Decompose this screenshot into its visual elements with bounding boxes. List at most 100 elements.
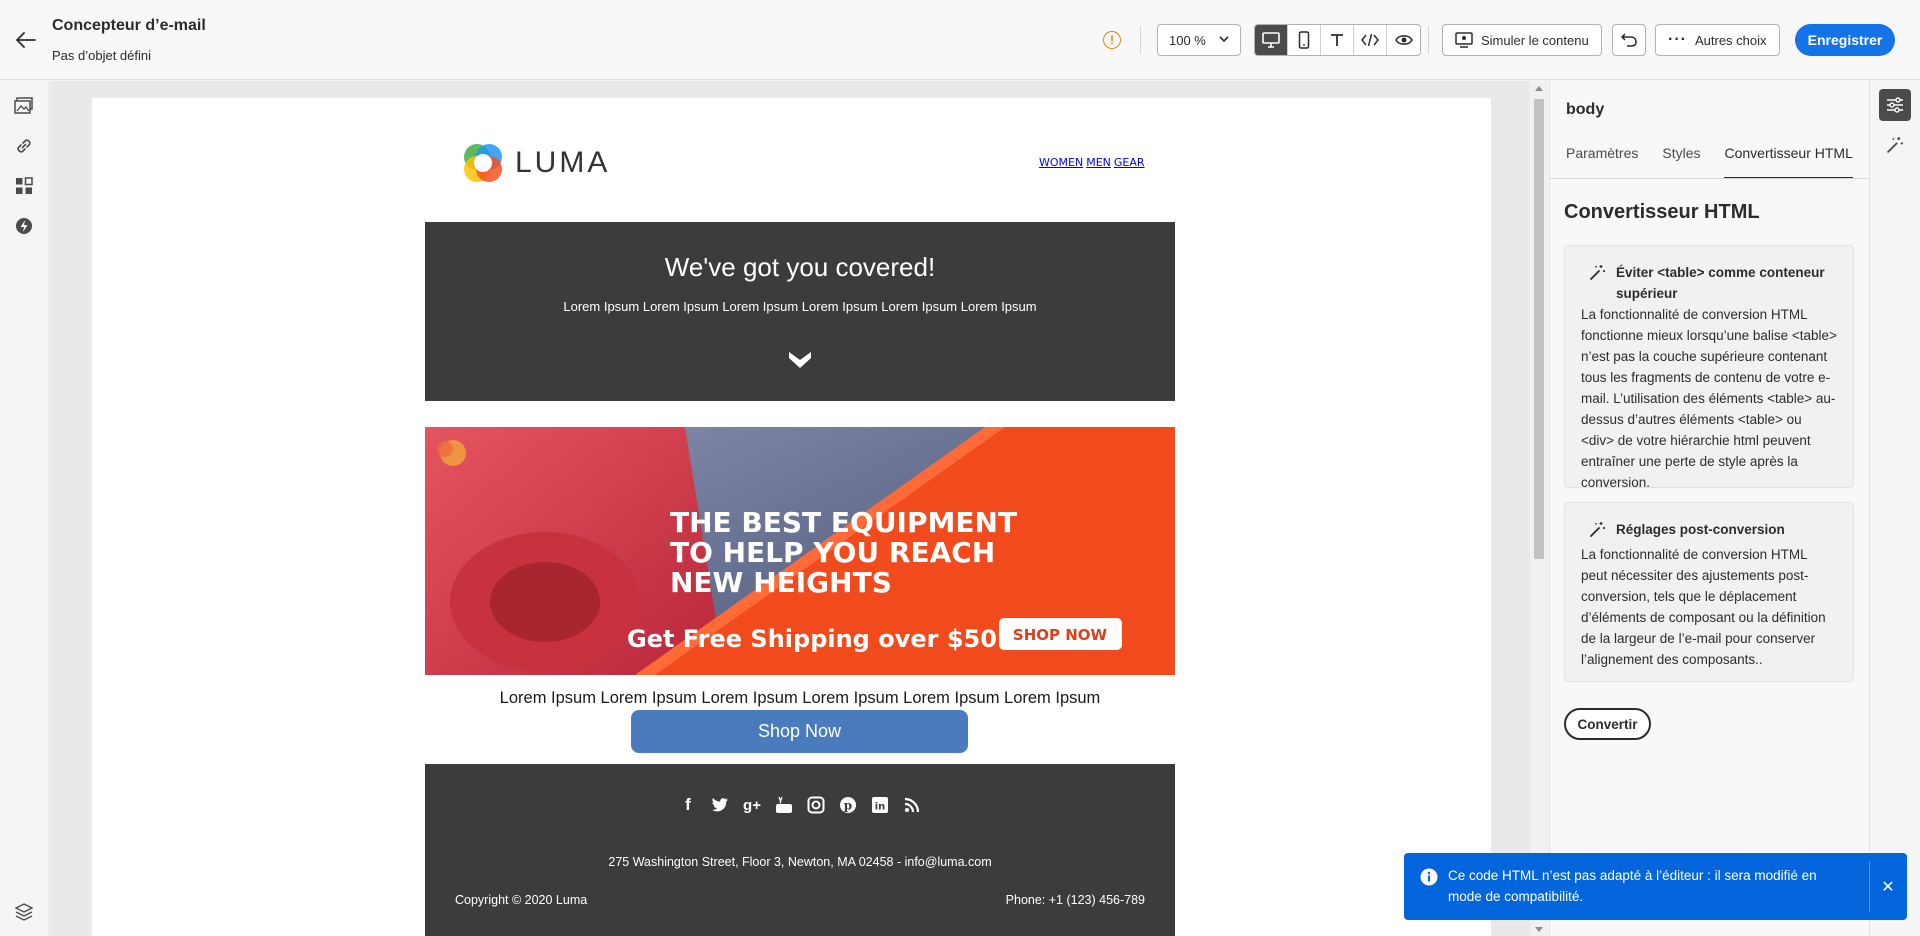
code-view-button[interactable]: [1354, 25, 1387, 55]
scroll-up-arrow[interactable]: [1535, 86, 1543, 91]
text-view-button[interactable]: [1321, 25, 1354, 55]
view-mode-group: [1254, 24, 1421, 56]
body-text[interactable]: Lorem Ipsum Lorem Ipsum Lorem Ipsum Lore…: [425, 689, 1175, 708]
shop-now-button[interactable]: Shop Now: [631, 710, 968, 753]
panel-title: Convertisseur HTML: [1564, 201, 1760, 223]
layers-icon[interactable]: [12, 900, 36, 924]
divider: [1140, 26, 1141, 54]
toast-divider: [1869, 861, 1870, 912]
hero-section[interactable]: We've got you covered! Lorem Ipsum Lorem…: [425, 222, 1175, 401]
linkedin-icon[interactable]: in: [869, 794, 891, 816]
info-icon: [1420, 868, 1438, 891]
chevron-down-icon: [788, 350, 812, 375]
tip-body: La fonctionnalité de conversion HTML peu…: [1581, 547, 1826, 667]
hero-text: Lorem Ipsum Lorem Ipsum Lorem Ipsum Lore…: [563, 299, 1037, 314]
canvas-scrollbar[interactable]: [1530, 81, 1548, 936]
email-nav: WOMEN MEN GEAR: [1039, 156, 1148, 169]
scrollbar-thumb[interactable]: [1534, 99, 1544, 559]
compatibility-toast: Ce code HTML n’est pas adapté à l’éditeu…: [1404, 853, 1907, 920]
tip-body: La fonctionnalité de conversion HTML fon…: [1581, 307, 1837, 490]
convert-button[interactable]: Convertir: [1564, 708, 1651, 740]
banner-shipping: Get Free Shipping over $50: [627, 625, 997, 653]
divider: [1428, 26, 1429, 54]
assets-icon[interactable]: [12, 94, 36, 118]
banner-line-2: TO HELP YOU REACH: [670, 536, 995, 569]
selected-element-name: body: [1566, 101, 1605, 118]
tip-title: Réglages post-conversion: [1616, 522, 1785, 537]
tabs-divider: [1550, 178, 1870, 179]
more-options-button[interactable]: ··· Autres choix: [1655, 24, 1780, 56]
settings-sliders-icon: [1887, 97, 1903, 113]
banner-line-3: NEW HEIGHTS: [670, 566, 892, 599]
app-title: Concepteur d’e-mail: [52, 17, 206, 34]
magic-wand-icon: [1887, 137, 1903, 153]
simulate-icon: [1455, 32, 1473, 48]
magic-wand-button[interactable]: [1879, 129, 1911, 161]
email-footer[interactable]: f g+ p in 275 Washington Street, Floor 3…: [425, 764, 1175, 936]
banner-line-1: THE BEST EQUIPMENT: [670, 506, 1017, 539]
components-icon[interactable]: [12, 174, 36, 198]
footer-address: 275 Washington Street, Floor 3, Newton, …: [608, 855, 992, 869]
more-label: Autres choix: [1694, 32, 1767, 48]
luma-logo: LUMA: [461, 141, 610, 185]
luma-logo-icon: [464, 144, 502, 182]
properties-panel: body Paramètres Styles Convertisseur HTM…: [1549, 81, 1870, 936]
email-canvas: LUMA WOMEN MEN GEAR We've got you covered!…: [51, 81, 1530, 936]
nav-link-gear[interactable]: GEAR: [1114, 156, 1145, 169]
tip-card-table: Éviter <table> comme conteneur supérieur…: [1564, 245, 1854, 490]
warning-icon[interactable]: !: [1103, 31, 1121, 49]
magic-wand-icon: [1589, 262, 1607, 304]
undo-icon: [1621, 33, 1637, 47]
scroll-down-arrow[interactable]: [1535, 927, 1543, 932]
mobile-icon: [1298, 31, 1310, 49]
left-rail: [0, 81, 50, 936]
eye-icon: [1394, 35, 1413, 45]
tab-html-converter[interactable]: Convertisseur HTML: [1724, 145, 1854, 179]
facebook-icon[interactable]: f: [677, 794, 699, 816]
footer-phone: Phone: +1 (123) 456-789: [1005, 893, 1145, 907]
lightning-icon[interactable]: [12, 214, 36, 238]
nav-link-women[interactable]: WOMEN: [1039, 156, 1083, 169]
svg-text:p: p: [844, 799, 852, 813]
save-button[interactable]: Enregistrer: [1795, 24, 1895, 56]
instagram-icon[interactable]: [805, 794, 827, 816]
close-icon[interactable]: ✕: [1876, 875, 1900, 899]
twitter-icon[interactable]: [709, 794, 731, 816]
zoom-select[interactable]: 100 %: [1157, 24, 1241, 56]
toast-message: Ce code HTML n’est pas adapté à l’éditeu…: [1448, 868, 1817, 904]
email-subject[interactable]: Pas d’objet défini: [52, 48, 151, 63]
top-bar: Concepteur d’e-mail Pas d’objet défini !…: [0, 0, 1920, 80]
right-rail: [1869, 81, 1920, 936]
tip-title: Éviter <table> comme conteneur supérieur: [1616, 265, 1825, 301]
rss-icon[interactable]: [901, 794, 923, 816]
more-icon: ···: [1668, 31, 1687, 48]
email-body[interactable]: LUMA WOMEN MEN GEAR We've got you covered!…: [92, 98, 1491, 936]
pinterest-icon[interactable]: p: [837, 794, 859, 816]
undo-button[interactable]: [1612, 24, 1646, 56]
back-arrow-icon[interactable]: [12, 26, 40, 54]
hero-title: We've got you covered!: [664, 252, 936, 282]
nav-link-men[interactable]: MEN: [1086, 156, 1111, 169]
social-links: f g+ p in: [425, 794, 1175, 816]
tab-parametres[interactable]: Paramètres: [1566, 145, 1638, 179]
desktop-icon: [1262, 32, 1280, 48]
mobile-view-button[interactable]: [1288, 25, 1321, 55]
youtube-icon[interactable]: [773, 794, 795, 816]
promo-banner[interactable]: THE BEST EQUIPMENT TO HELP YOU REACH NEW…: [425, 427, 1175, 675]
banner-cta: SHOP NOW: [1013, 626, 1108, 644]
code-icon: [1361, 33, 1379, 47]
magic-wand-icon: [1589, 519, 1607, 544]
panel-tabs: Paramètres Styles Convertisseur HTML: [1566, 145, 1854, 179]
preview-button[interactable]: [1387, 25, 1420, 55]
properties-button[interactable]: [1879, 89, 1911, 121]
link-icon[interactable]: [12, 134, 36, 158]
simulate-label: Simuler le contenu: [1481, 32, 1589, 48]
google-plus-icon[interactable]: g+: [741, 794, 763, 816]
zoom-value: 100 %: [1169, 32, 1206, 48]
tip-card-post-conversion: Réglages post-conversion La fonctionnali…: [1564, 502, 1854, 682]
chevron-down-icon: [1218, 33, 1230, 48]
tab-styles[interactable]: Styles: [1662, 145, 1700, 179]
desktop-view-button[interactable]: [1255, 25, 1288, 55]
simulate-content-button[interactable]: Simuler le contenu: [1442, 24, 1602, 56]
logo-text: LUMA: [515, 146, 611, 179]
